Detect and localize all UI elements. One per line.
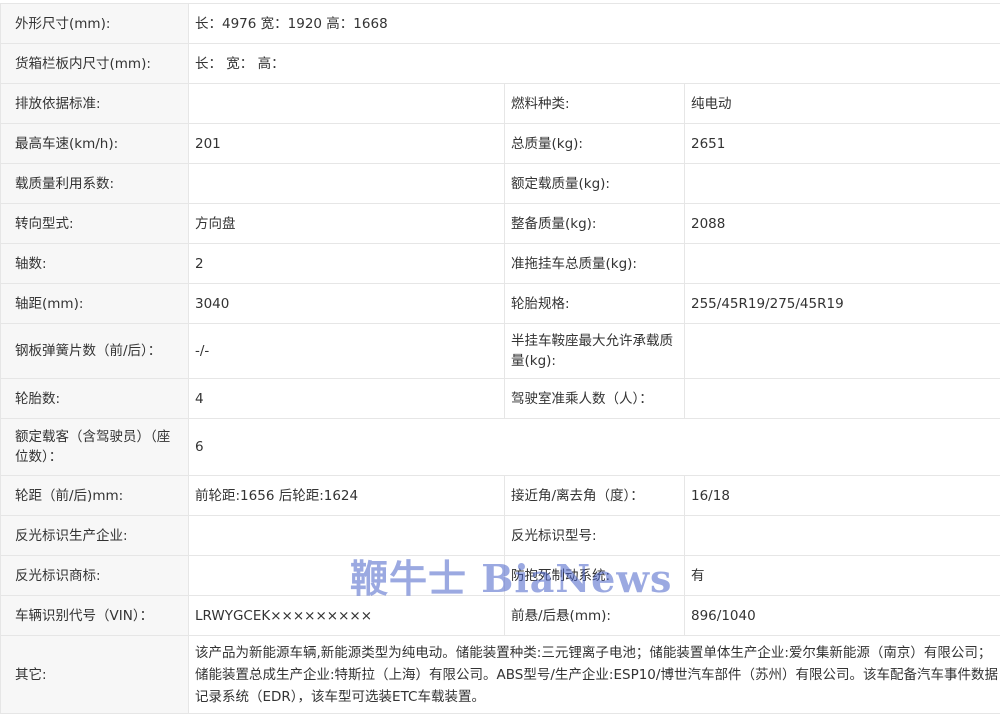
label-emission-standard: 排放依据标准: xyxy=(1,84,189,124)
spec-row-axles: 轴数: 2 准拖挂车总质量(kg): xyxy=(1,244,1000,284)
spec-row-reflector-maker: 反光标识生产企业: 反光标识型号: xyxy=(1,516,1000,556)
label-tire-spec: 轮胎规格: xyxy=(505,284,685,324)
value-other-notes: 该产品为新能源车辆,新能源类型为纯电动。储能装置种类:三元锂离子电池；储能装置单… xyxy=(189,636,1000,714)
label-trailer-mass: 准拖挂车总质量(kg): xyxy=(505,244,685,284)
label-wheelbase: 轴距(mm): xyxy=(1,284,189,324)
value-track-width: 前轮距:1656 后轮距:1624 xyxy=(189,476,505,516)
spec-row-wheelbase: 轴距(mm): 3040 轮胎规格: 255/45R19/275/45R19 xyxy=(1,284,1000,324)
label-tire-count: 轮胎数: xyxy=(1,379,189,419)
label-curb-mass: 整备质量(kg): xyxy=(505,204,685,244)
label-track-width: 轮距（前/后)mm: xyxy=(1,476,189,516)
label-fuel-type: 燃料种类: xyxy=(505,84,685,124)
label-saddle-load: 半挂车鞍座最大允许承载质量(kg): xyxy=(505,324,685,379)
spec-row-exterior-size: 外形尺寸(mm): 长：4976 宽：1920 高：1668 xyxy=(1,4,1000,44)
spec-row-vin: 车辆识别代号（VIN）： LRWYGCEK××××××××× 前悬/后悬(mm)… xyxy=(1,596,1000,636)
label-leaf-springs: 钢板弹簧片数（前/后）： xyxy=(1,324,189,379)
value-steering-type: 方向盘 xyxy=(189,204,505,244)
value-approach-departure: 16/18 xyxy=(685,476,1000,516)
value-cab-occupants xyxy=(685,379,1000,419)
spec-row-steering: 转向型式: 方向盘 整备质量(kg): 2088 xyxy=(1,204,1000,244)
label-load-coefficient: 载质量利用系数: xyxy=(1,164,189,204)
label-rated-load: 额定载质量(kg): xyxy=(505,164,685,204)
value-wheelbase: 3040 xyxy=(189,284,505,324)
label-reflector-maker: 反光标识生产企业: xyxy=(1,516,189,556)
label-other: 其它: xyxy=(1,636,189,714)
spec-row-cargo-size: 货箱栏板内尺寸(mm): 长： 宽： 高： xyxy=(1,44,1000,84)
label-axle-count: 轴数: xyxy=(1,244,189,284)
value-trailer-mass xyxy=(685,244,1000,284)
spec-row-rated-seats: 额定载客（含驾驶员）（座位数）： 6 xyxy=(1,419,1000,476)
label-gross-mass: 总质量(kg): xyxy=(505,124,685,164)
value-reflector-brand xyxy=(189,556,505,596)
value-load-coefficient xyxy=(189,164,505,204)
spec-row-load-coefficient: 载质量利用系数: 额定载质量(kg): xyxy=(1,164,1000,204)
label-reflector-brand: 反光标识商标: xyxy=(1,556,189,596)
spec-row-leaf-springs: 钢板弹簧片数（前/后）： -/- 半挂车鞍座最大允许承载质量(kg): xyxy=(1,324,1000,379)
label-reflector-model: 反光标识型号: xyxy=(505,516,685,556)
label-abs: 防抱死制动系统: xyxy=(505,556,685,596)
value-reflector-model xyxy=(685,516,1000,556)
spec-row-reflector-brand: 反光标识商标: 防抱死制动系统: 有 xyxy=(1,556,1000,596)
label-cab-occupants: 驾驶室准乘人数（人）： xyxy=(505,379,685,419)
value-abs: 有 xyxy=(685,556,1000,596)
value-tire-spec: 255/45R19/275/45R19 xyxy=(685,284,1000,324)
value-gross-mass: 2651 xyxy=(685,124,1000,164)
spec-row-tire-count: 轮胎数: 4 驾驶室准乘人数（人）： xyxy=(1,379,1000,419)
value-exterior-size: 长：4976 宽：1920 高：1668 xyxy=(189,4,1000,44)
label-exterior-size: 外形尺寸(mm): xyxy=(1,4,189,44)
label-steering-type: 转向型式: xyxy=(1,204,189,244)
value-cargo-size: 长： 宽： 高： xyxy=(189,44,1000,84)
value-tire-count: 4 xyxy=(189,379,505,419)
value-fuel-type: 纯电动 xyxy=(685,84,1000,124)
value-curb-mass: 2088 xyxy=(685,204,1000,244)
spec-row-track: 轮距（前/后)mm: 前轮距:1656 后轮距:1624 接近角/离去角（度）：… xyxy=(1,476,1000,516)
label-max-speed: 最高车速(km/h): xyxy=(1,124,189,164)
value-vin: LRWYGCEK××××××××× xyxy=(189,596,505,636)
spec-row-other: 其它: 该产品为新能源车辆,新能源类型为纯电动。储能装置种类:三元锂离子电池；储… xyxy=(1,636,1000,714)
value-saddle-load xyxy=(685,324,1000,379)
value-leaf-springs: -/- xyxy=(189,324,505,379)
spec-row-max-speed: 最高车速(km/h): 201 总质量(kg): 2651 xyxy=(1,124,1000,164)
value-axle-count: 2 xyxy=(189,244,505,284)
label-overhang: 前悬/后悬(mm): xyxy=(505,596,685,636)
label-cargo-size: 货箱栏板内尺寸(mm): xyxy=(1,44,189,84)
value-rated-load xyxy=(685,164,1000,204)
label-vin: 车辆识别代号（VIN）： xyxy=(1,596,189,636)
label-approach-departure: 接近角/离去角（度）： xyxy=(505,476,685,516)
value-overhang: 896/1040 xyxy=(685,596,1000,636)
value-rated-seats: 6 xyxy=(189,419,1000,476)
value-emission-standard xyxy=(189,84,505,124)
label-rated-seats: 额定载客（含驾驶员）（座位数）： xyxy=(1,419,189,476)
vehicle-spec-table: 外形尺寸(mm): 长：4976 宽：1920 高：1668 货箱栏板内尺寸(m… xyxy=(0,3,1000,714)
value-reflector-maker xyxy=(189,516,505,556)
value-max-speed: 201 xyxy=(189,124,505,164)
spec-row-emission: 排放依据标准: 燃料种类: 纯电动 xyxy=(1,84,1000,124)
